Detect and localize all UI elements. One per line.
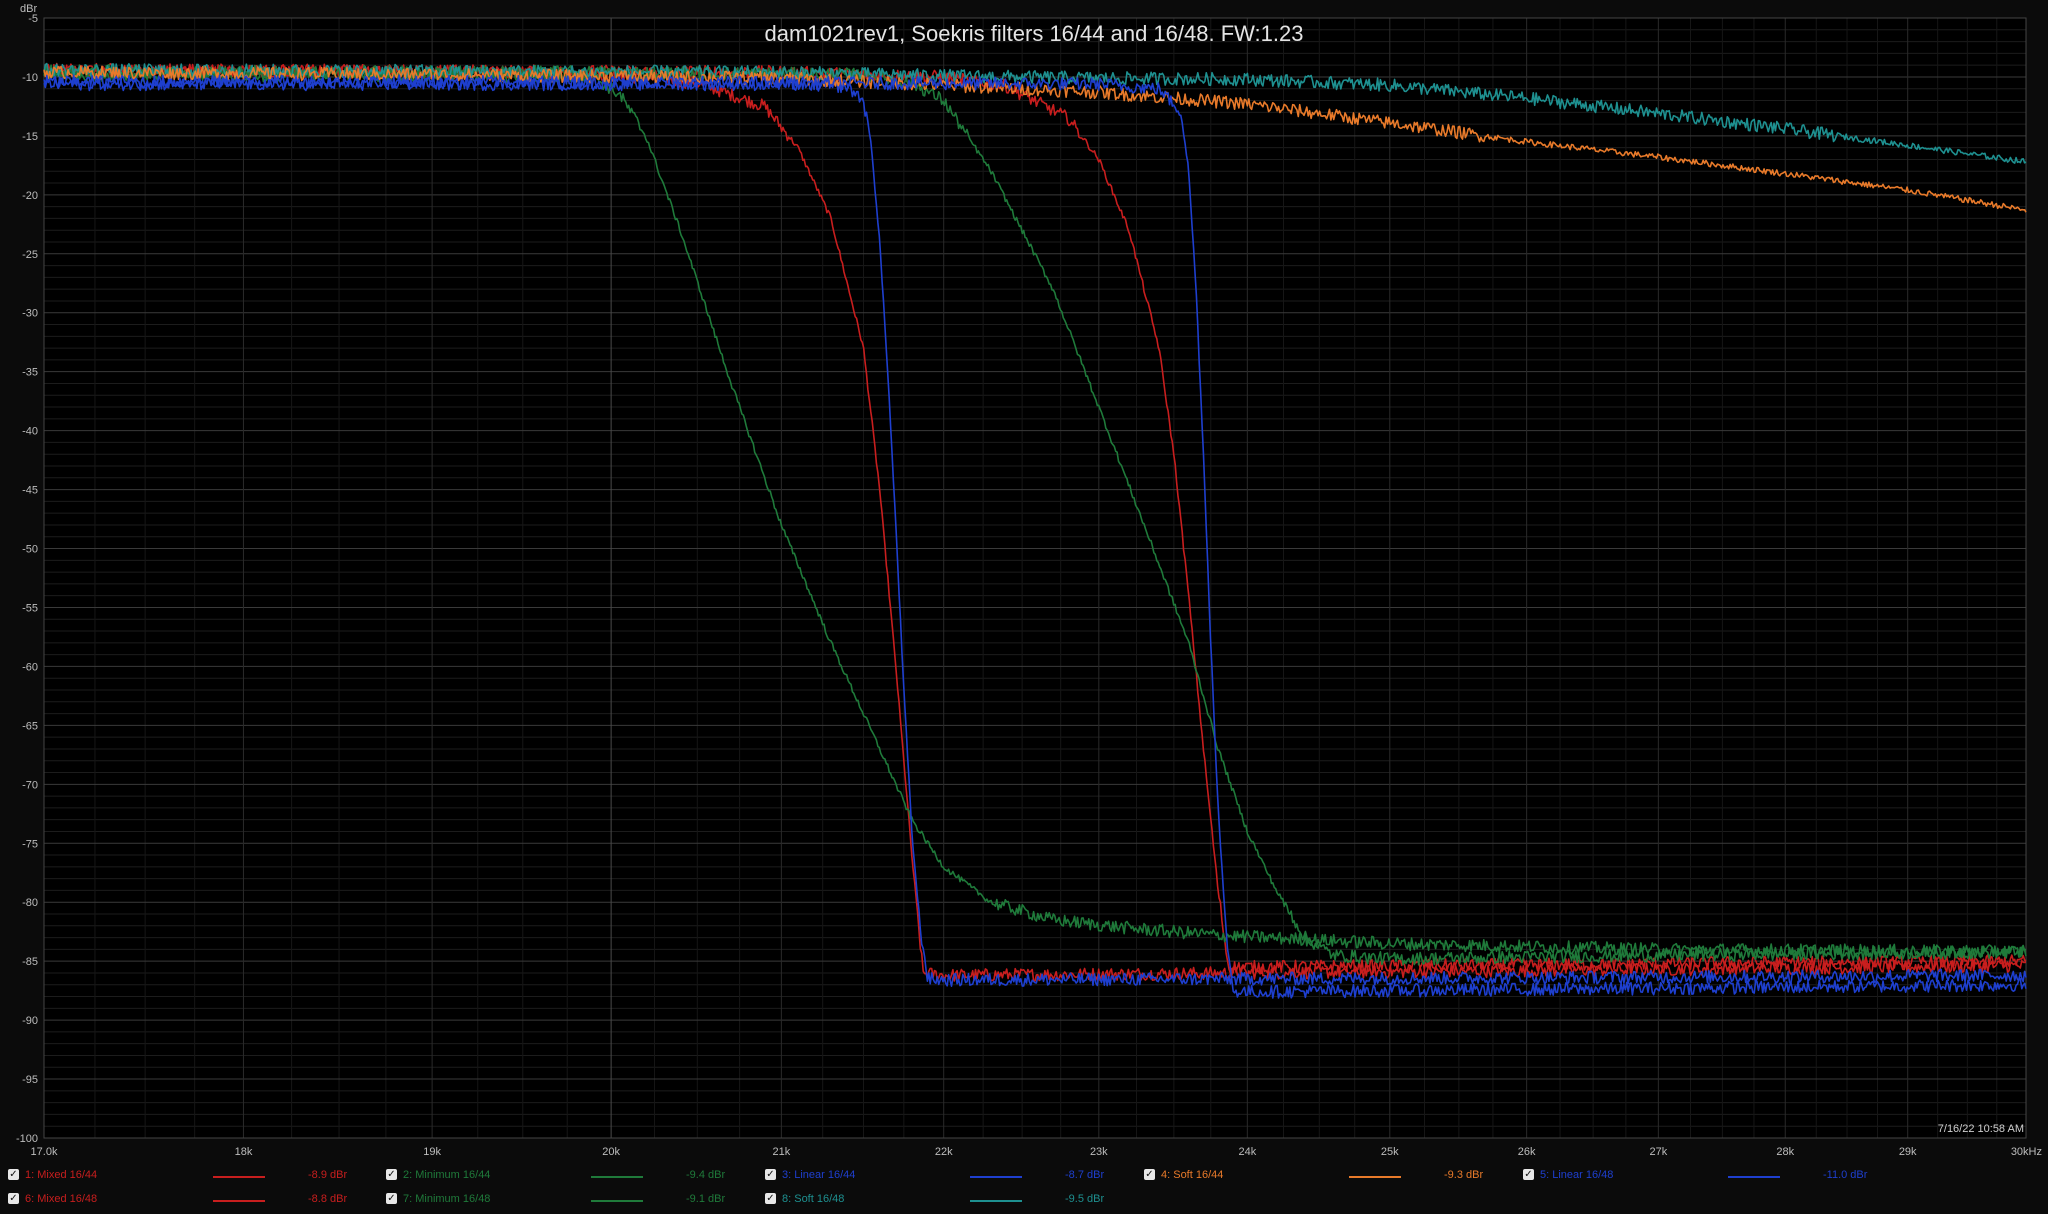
legend-series-value: -8.9 dBr bbox=[308, 1169, 348, 1181]
legend-checkbox[interactable]: ✓ bbox=[1144, 1169, 1155, 1180]
y-tick-label: -20 bbox=[22, 190, 38, 202]
y-tick-label: -85 bbox=[22, 956, 38, 968]
legend-series-value: -11.0 dBr bbox=[1823, 1169, 1868, 1181]
legend-swatch bbox=[970, 1200, 1022, 1202]
legend-series-value: -9.5 dBr bbox=[1065, 1193, 1105, 1205]
legend: ✓ 1: Mixed 16/44 -8.9 dBr ✓ 2: Minimum 16/44… bbox=[0, 1160, 2048, 1214]
x-tick-label: 17.0k bbox=[31, 1146, 58, 1158]
y-tick-label: -25 bbox=[22, 249, 38, 261]
x-tick-label: 20k bbox=[602, 1146, 620, 1158]
legend-item[interactable]: ✓ 1: Mixed 16/44 -8.9 dBr bbox=[8, 1166, 378, 1186]
legend-series-value: -9.4 dBr bbox=[686, 1169, 726, 1181]
x-tick-label: 25k bbox=[1381, 1146, 1399, 1158]
y-tick-label: -10 bbox=[22, 72, 38, 84]
legend-item[interactable]: ✓ 7: Minimum 16/48 -9.1 dBr bbox=[386, 1190, 756, 1210]
legend-series-value: -9.1 dBr bbox=[686, 1193, 726, 1205]
y-tick-label: -55 bbox=[22, 602, 38, 614]
legend-checkbox[interactable]: ✓ bbox=[386, 1193, 397, 1204]
legend-item[interactable]: ✓ 2: Minimum 16/44 -9.4 dBr bbox=[386, 1166, 756, 1186]
legend-checkbox[interactable]: ✓ bbox=[1523, 1169, 1534, 1180]
chart: -5-10-15-20-25-30-35-40-45-50-55-60-65-7… bbox=[16, 3, 2042, 1158]
legend-series-value: -9.3 dBr bbox=[1444, 1169, 1484, 1181]
x-tick-label: 28k bbox=[1776, 1146, 1794, 1158]
legend-series-name: 4: Soft 16/44 bbox=[1161, 1169, 1224, 1181]
x-tick-label: 29k bbox=[1899, 1146, 1917, 1158]
legend-series-name: 6: Mixed 16/48 bbox=[25, 1193, 98, 1205]
x-tick-label: 26k bbox=[1518, 1146, 1536, 1158]
x-tick-label: 21k bbox=[772, 1146, 790, 1158]
y-tick-label: -75 bbox=[22, 838, 38, 850]
y-tick-label: -30 bbox=[22, 308, 38, 320]
legend-series-name: 8: Soft 16/48 bbox=[782, 1193, 845, 1205]
legend-swatch bbox=[213, 1200, 265, 1202]
x-tick-label: 22k bbox=[935, 1146, 953, 1158]
y-tick-label: -90 bbox=[22, 1015, 38, 1027]
y-tick-label: -100 bbox=[16, 1133, 38, 1145]
legend-checkbox[interactable]: ✓ bbox=[765, 1193, 776, 1204]
y-tick-label: -50 bbox=[22, 544, 38, 556]
y-tick-label: -40 bbox=[22, 426, 38, 438]
legend-item[interactable]: ✓ 3: Linear 16/44 -8.7 dBr bbox=[765, 1166, 1135, 1186]
legend-swatch bbox=[591, 1200, 643, 1202]
y-tick-label: -35 bbox=[22, 367, 38, 379]
legend-checkbox[interactable]: ✓ bbox=[765, 1169, 776, 1180]
timestamp: 7/16/22 10:58 AM bbox=[1938, 1123, 2024, 1135]
y-tick-label: -95 bbox=[22, 1074, 38, 1086]
x-tick-label: 18k bbox=[235, 1146, 253, 1158]
x-tick-label: 23k bbox=[1090, 1146, 1108, 1158]
y-tick-label: -65 bbox=[22, 720, 38, 732]
legend-checkbox[interactable]: ✓ bbox=[386, 1169, 397, 1180]
legend-item[interactable]: ✓ 5: Linear 16/48 -11.0 dBr bbox=[1523, 1166, 1893, 1186]
legend-swatch bbox=[1728, 1176, 1780, 1178]
y-tick-label: -15 bbox=[22, 131, 38, 143]
legend-item[interactable]: ✓ 6: Mixed 16/48 -8.8 dBr bbox=[8, 1190, 378, 1210]
legend-swatch bbox=[970, 1176, 1022, 1178]
x-tick-label: 30kHz bbox=[2011, 1146, 2042, 1158]
x-tick-label: 27k bbox=[1649, 1146, 1667, 1158]
legend-item[interactable]: ✓ 8: Soft 16/48 -9.5 dBr bbox=[765, 1190, 1135, 1210]
y-axis-label: dBr bbox=[20, 3, 37, 15]
y-tick-label: -70 bbox=[22, 779, 38, 791]
legend-swatch bbox=[591, 1176, 643, 1178]
legend-series-value: -8.7 dBr bbox=[1065, 1169, 1105, 1181]
x-tick-label: 19k bbox=[423, 1146, 441, 1158]
legend-series-name: 7: Minimum 16/48 bbox=[403, 1193, 491, 1205]
y-tick-label: -60 bbox=[22, 661, 38, 673]
chart-title: dam1021rev1, Soekris filters 16/44 and 1… bbox=[765, 21, 1304, 46]
legend-series-value: -8.8 dBr bbox=[308, 1193, 348, 1205]
legend-series-name: 1: Mixed 16/44 bbox=[25, 1169, 98, 1181]
legend-swatch bbox=[213, 1176, 265, 1178]
legend-series-name: 5: Linear 16/48 bbox=[1540, 1169, 1614, 1181]
legend-swatch bbox=[1349, 1176, 1401, 1178]
y-tick-label: -45 bbox=[22, 485, 38, 497]
y-tick-label: -80 bbox=[22, 897, 38, 909]
legend-checkbox[interactable]: ✓ bbox=[8, 1193, 19, 1204]
legend-item[interactable]: ✓ 4: Soft 16/44 -9.3 dBr bbox=[1144, 1166, 1514, 1186]
legend-series-name: 3: Linear 16/44 bbox=[782, 1169, 856, 1181]
x-tick-label: 24k bbox=[1238, 1146, 1256, 1158]
legend-series-name: 2: Minimum 16/44 bbox=[403, 1169, 491, 1181]
legend-checkbox[interactable]: ✓ bbox=[8, 1169, 19, 1180]
